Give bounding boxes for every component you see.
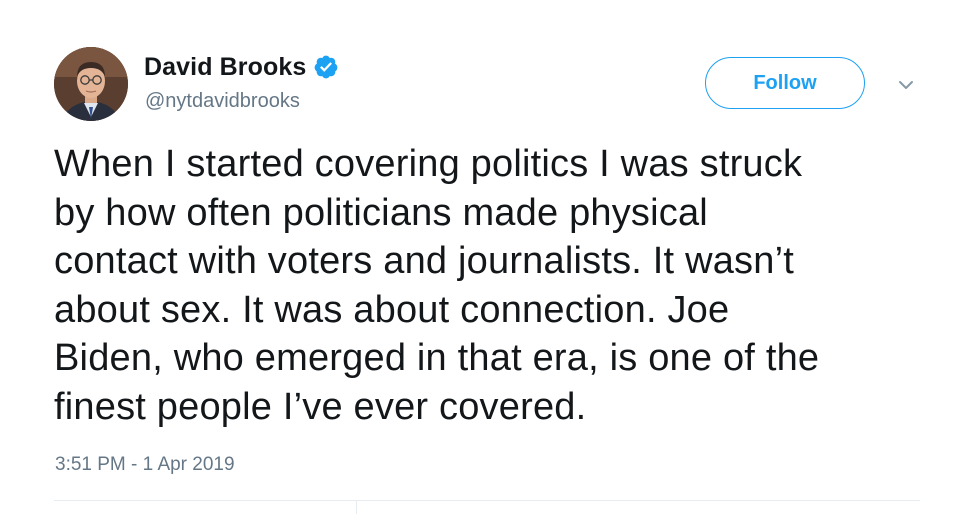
tweet-card: David Brooks @nytdavidbrooks Follow When… (0, 0, 980, 514)
user-handle[interactable]: @nytdavidbrooks (145, 90, 300, 113)
divider (54, 500, 920, 501)
profile-photo (54, 47, 128, 121)
display-name[interactable]: David Brooks (144, 53, 306, 82)
avatar[interactable] (54, 47, 128, 121)
divider-tick (356, 500, 357, 514)
verified-badge-icon (313, 54, 339, 80)
follow-button[interactable]: Follow (705, 57, 865, 109)
chevron-down-icon[interactable] (894, 76, 918, 94)
tweet-text: When I started covering politics I was s… (54, 143, 820, 428)
tweet-timestamp[interactable]: 3:51 PM - 1 Apr 2019 (55, 454, 235, 476)
display-name-row: David Brooks (144, 52, 339, 82)
